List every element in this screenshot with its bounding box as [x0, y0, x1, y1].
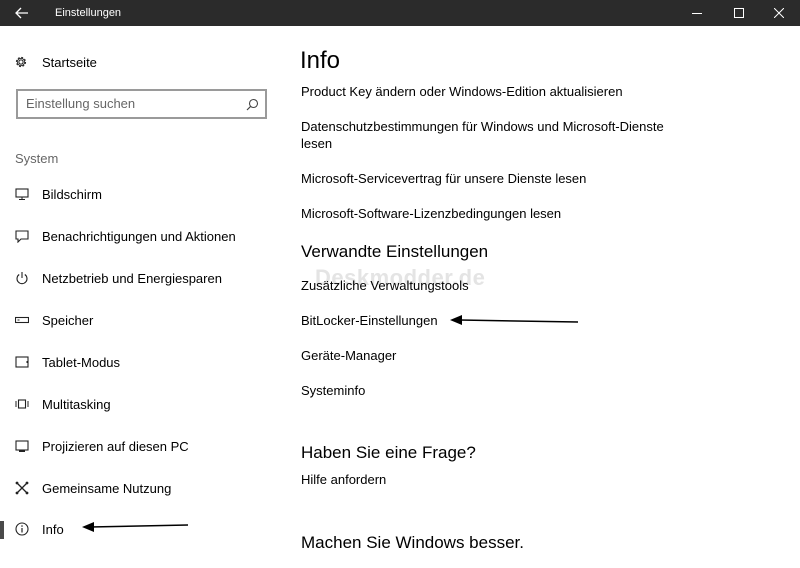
minimize-button[interactable] [680, 0, 714, 26]
back-arrow-icon [15, 7, 28, 19]
improve-heading: Machen Sie Windows besser. [301, 533, 524, 552]
close-button[interactable] [762, 0, 796, 26]
link-bitlocker[interactable]: BitLocker-Einstellungen [301, 312, 438, 329]
back-button[interactable] [0, 0, 44, 26]
home-link[interactable]: Startseite [14, 52, 97, 72]
sidebar-item-multitasking[interactable]: Multitasking [0, 391, 280, 417]
link-lizenzbedingungen[interactable]: Microsoft-Software-Lizenzbedingungen les… [301, 205, 561, 222]
sidebar-item-label: Tablet-Modus [42, 354, 121, 370]
sidebar-item-label: Bildschirm [42, 186, 102, 202]
minimize-icon [692, 13, 702, 14]
link-servicevertrag[interactable]: Microsoft-Servicevertrag für unsere Dien… [301, 170, 586, 187]
notification-icon [15, 230, 29, 243]
monitor-icon [15, 188, 29, 200]
link-systeminfo[interactable]: Systeminfo [301, 382, 365, 399]
link-product-key[interactable]: Product Key ändern oder Windows-Edition … [301, 83, 623, 100]
sidebar-item-label: Speicher [42, 312, 94, 328]
sidebar-item-projizieren[interactable]: Projizieren auf diesen PC [0, 433, 280, 459]
sidebar-item-tablet-modus[interactable]: Tablet-Modus [0, 349, 280, 375]
section-label-system: System [15, 151, 59, 166]
sidebar-item-label: Netzbetrieb und Energiesparen [42, 270, 222, 286]
link-geraete-manager[interactable]: Geräte-Manager [301, 347, 396, 364]
link-datenschutz[interactable]: Datenschutzbestimmungen für Windows und … [301, 118, 681, 152]
sidebar-item-speicher[interactable]: Speicher [0, 307, 280, 333]
storage-icon [15, 316, 29, 324]
maximize-button[interactable] [722, 0, 756, 26]
search-icon[interactable] [246, 98, 259, 111]
sidebar-item-label: Multitasking [42, 396, 111, 412]
sidebar-item-label: Gemeinsame Nutzung [42, 480, 172, 496]
info-icon [15, 522, 29, 536]
window-title: Einstellungen [55, 7, 122, 19]
home-label: Startseite [42, 54, 97, 70]
project-icon [15, 440, 29, 452]
annotation-arrow [82, 522, 189, 532]
sidebar-item-bildschirm[interactable]: Bildschirm [0, 181, 280, 207]
link-verwaltungstools[interactable]: Zusätzliche Verwaltungstools [301, 277, 469, 294]
search-input[interactable]: Einstellung suchen [16, 89, 267, 119]
page-title: Info [300, 47, 341, 74]
related-settings-heading: Verwandte Einstellungen [301, 242, 489, 261]
close-icon [774, 8, 784, 18]
power-icon [16, 272, 28, 285]
sidebar-item-netzbetrieb[interactable]: Netzbetrieb und Energiesparen [0, 265, 280, 291]
gear-icon [15, 56, 27, 68]
sidebar-item-gemeinsame-nutzung[interactable]: Gemeinsame Nutzung [0, 475, 280, 501]
sidebar-item-benachrichtigungen[interactable]: Benachrichtigungen und Aktionen [0, 223, 280, 249]
annotation-arrow [450, 315, 579, 325]
link-hilfe-anfordern[interactable]: Hilfe anfordern [301, 471, 386, 488]
multitasking-icon [15, 399, 29, 409]
maximize-icon [734, 8, 744, 18]
question-heading: Haben Sie eine Frage? [301, 443, 476, 462]
sidebar-item-label: Projizieren auf diesen PC [42, 438, 189, 454]
search-placeholder: Einstellung suchen [26, 96, 136, 111]
shared-icon [15, 481, 29, 495]
tablet-icon [15, 356, 29, 368]
title-bar: Einstellungen [0, 0, 800, 26]
sidebar-item-label: Info [42, 521, 64, 537]
sidebar-item-label: Benachrichtigungen und Aktionen [42, 228, 236, 244]
